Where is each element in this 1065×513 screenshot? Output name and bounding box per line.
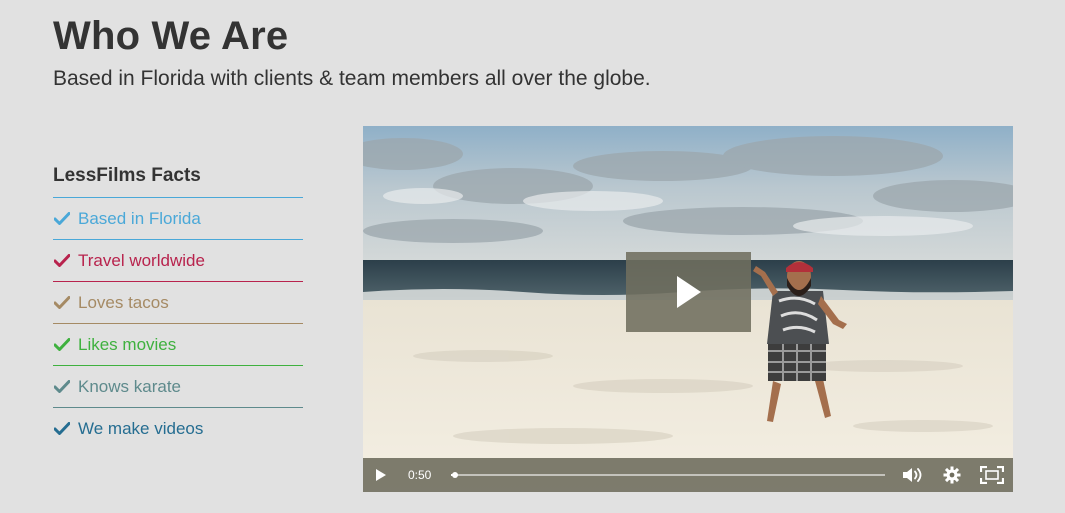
fact-label: Based in Florida: [78, 209, 201, 228]
fact-label: Knows karate: [78, 377, 181, 396]
fact-item: Knows karate: [53, 366, 303, 408]
check-icon: [54, 212, 70, 226]
fact-item: Likes movies: [53, 324, 303, 366]
check-icon: [54, 296, 70, 310]
gear-icon: [943, 466, 961, 484]
fact-label: Travel worldwide: [78, 251, 205, 270]
facts-heading: LessFilms Facts: [53, 162, 303, 198]
fact-item: Travel worldwide: [53, 240, 303, 282]
fact-label: Loves tacos: [78, 293, 169, 312]
check-icon: [54, 254, 70, 268]
play-icon: [376, 469, 386, 481]
facts-list: LessFilms Facts Based in Florida Travel …: [53, 162, 303, 449]
fact-item: Loves tacos: [53, 282, 303, 324]
time-readout: 0:50: [408, 468, 432, 482]
play-button[interactable]: [373, 467, 389, 483]
page-title: Who We Are: [53, 14, 289, 58]
fact-item: We make videos: [53, 408, 303, 449]
volume-button[interactable]: [901, 465, 925, 485]
check-icon: [54, 380, 70, 394]
fact-item: Based in Florida: [53, 198, 303, 240]
settings-button[interactable]: [941, 465, 963, 485]
fact-label: Likes movies: [78, 335, 177, 354]
progress-slider[interactable]: [451, 472, 885, 478]
fullscreen-button[interactable]: [979, 464, 1005, 486]
check-icon: [54, 422, 70, 436]
page-subtitle: Based in Florida with clients & team mem…: [53, 67, 651, 90]
video-player[interactable]: 0:50: [363, 126, 1013, 492]
video-controls: 0:50: [363, 458, 1013, 492]
check-icon: [54, 338, 70, 352]
fact-label: We make videos: [78, 419, 204, 438]
fullscreen-icon: [980, 466, 1004, 484]
play-overlay-button[interactable]: [626, 252, 751, 332]
volume-icon: [903, 468, 922, 482]
play-icon: [676, 276, 701, 308]
progress-handle[interactable]: [452, 472, 459, 478]
